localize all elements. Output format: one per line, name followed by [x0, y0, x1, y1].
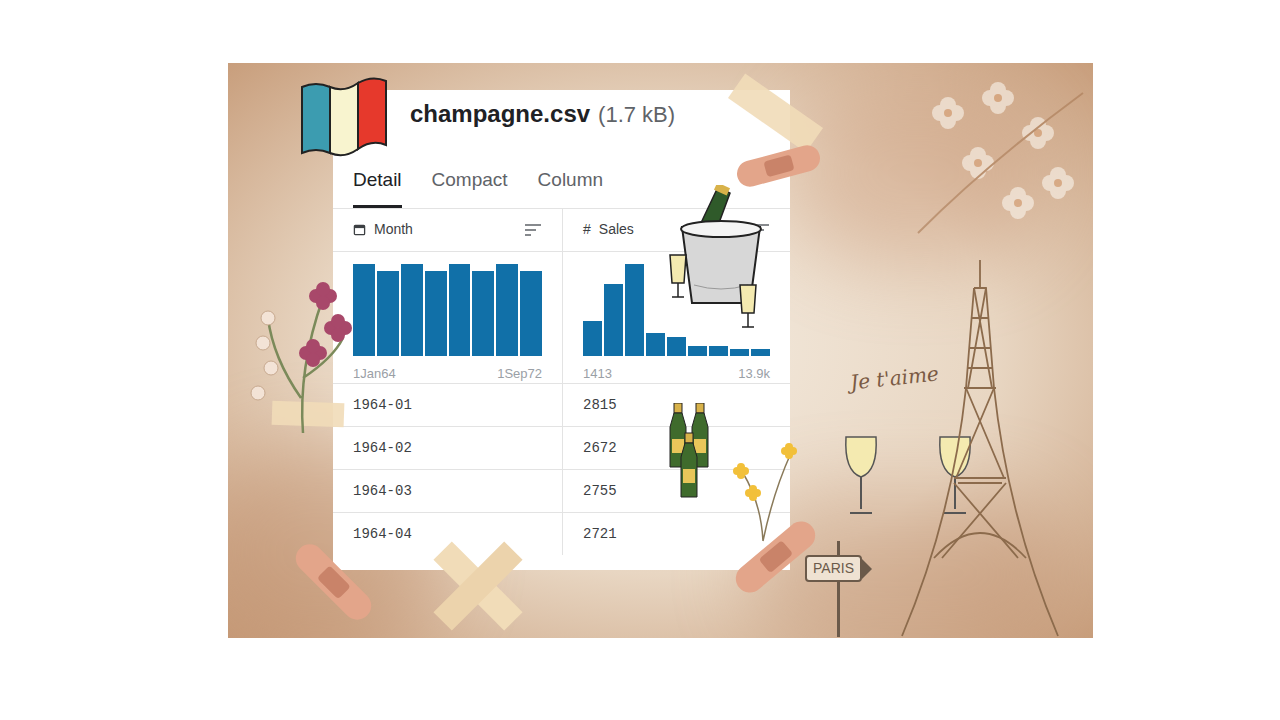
histogram-bar[interactable]: [583, 321, 602, 356]
table-row[interactable]: 1964-042721: [333, 512, 790, 555]
histogram-bar[interactable]: [646, 333, 665, 356]
histogram-range: 1Jan641Sep72: [353, 356, 542, 384]
histogram-bar[interactable]: [496, 264, 518, 356]
stain: [748, 493, 1068, 638]
champagne-bottles-icon: [665, 403, 713, 503]
histogram-bar[interactable]: [751, 349, 770, 356]
histogram-bar[interactable]: [425, 271, 447, 355]
sign-text: PARIS: [805, 555, 862, 582]
french-flag-icon: [298, 73, 390, 159]
wine-glass-icon: [840, 435, 882, 517]
histogram-bar[interactable]: [520, 271, 542, 355]
view-tab[interactable]: Column: [538, 166, 603, 208]
histogram-bar[interactable]: [472, 271, 494, 355]
file-header: champagne.csv(1.7 kB): [333, 90, 790, 132]
column-header[interactable]: Month: [333, 209, 562, 252]
view-tab[interactable]: Detail: [353, 166, 402, 208]
histogram-bar[interactable]: [625, 264, 644, 356]
stain: [788, 83, 1048, 263]
view-tab[interactable]: Compact: [432, 166, 508, 208]
table-row[interactable]: 1964-022672: [333, 426, 790, 469]
flower-icon: [723, 433, 803, 543]
column-summary: Month 1Jan641Sep72: [333, 209, 562, 384]
collage: champagne.csv(1.7 kB) Detail Compact Column…: [228, 63, 1093, 638]
table-cell: 2721: [562, 513, 790, 555]
table-cell: 1964-01: [333, 384, 562, 426]
file-name: champagne.csv: [410, 96, 590, 132]
table-cell: 1964-02: [333, 427, 562, 469]
dataset-card: champagne.csv(1.7 kB) Detail Compact Column…: [333, 90, 790, 570]
histogram-bar[interactable]: [604, 284, 623, 355]
histogram-bar[interactable]: [688, 346, 707, 355]
flower-icon: [243, 258, 363, 438]
table-cell: 1964-03: [333, 470, 562, 512]
histogram-bar[interactable]: [667, 337, 686, 355]
histogram-bar[interactable]: [377, 271, 399, 355]
column-name: Sales: [599, 219, 634, 240]
file-size: (1.7 kB): [598, 98, 675, 131]
histogram-bar[interactable]: [730, 349, 749, 356]
champagne-bucket-icon: [660, 185, 768, 331]
histogram-bar[interactable]: [449, 264, 471, 356]
tape: [272, 401, 345, 427]
number-type-icon: #: [583, 219, 591, 240]
blossom-icon: [908, 73, 1088, 243]
calendar-icon: [353, 223, 366, 236]
eiffel-tower-icon: [898, 258, 1063, 638]
column-name: Month: [374, 219, 413, 240]
love-text: Je t'aime: [849, 358, 941, 397]
histogram: [353, 264, 542, 356]
page: champagne.csv(1.7 kB) Detail Compact Column…: [0, 0, 1280, 720]
histogram-bar[interactable]: [401, 264, 423, 356]
histogram-range: 141313.9k: [583, 356, 770, 384]
histogram-bar[interactable]: [353, 264, 375, 356]
table-row[interactable]: 1964-012815: [333, 383, 790, 426]
paris-sign: PARIS: [805, 541, 872, 637]
table-row[interactable]: 1964-032755: [333, 469, 790, 512]
sort-icon[interactable]: [524, 223, 542, 237]
histogram-bar[interactable]: [709, 346, 728, 355]
